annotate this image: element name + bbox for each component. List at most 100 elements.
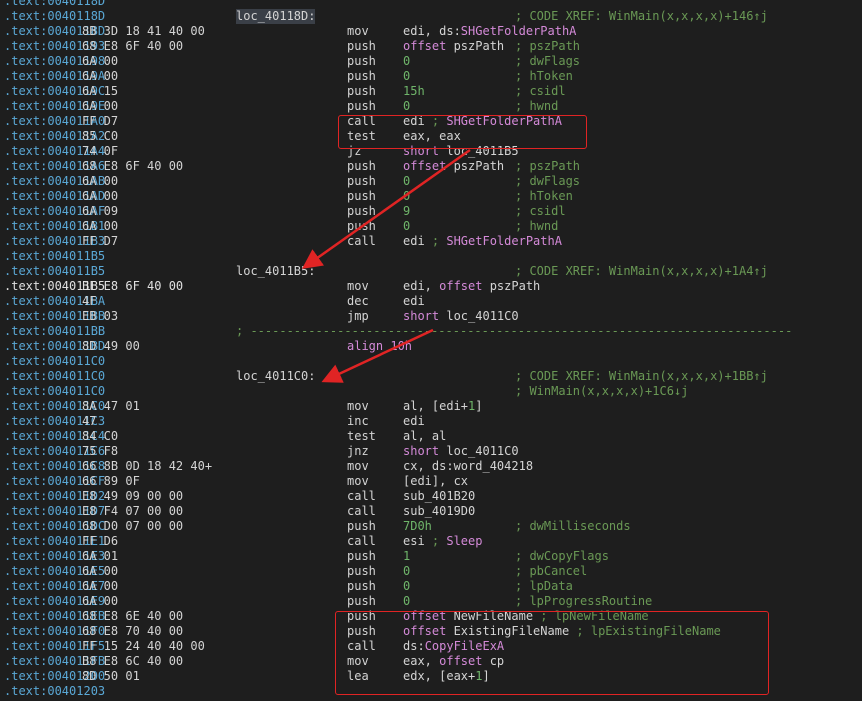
listing-row[interactable]: .text:004011A2 85 C0 test eax, eax bbox=[0, 129, 862, 144]
listing-row[interactable]: .text:004011EB 68 E8 6E 40 00 push offset N… bbox=[0, 609, 862, 624]
mnemonic[interactable]: mov bbox=[347, 474, 369, 489]
operands[interactable]: ds:CopyFileExA bbox=[403, 639, 504, 654]
operands[interactable]: 0 bbox=[403, 99, 410, 114]
listing-row[interactable]: .text:004011E9 6A 00 push 0; lpProgressRout… bbox=[0, 594, 862, 609]
listing-row[interactable]: .text:004011D7 E8 F4 07 00 00 call sub_4019… bbox=[0, 504, 862, 519]
mnemonic[interactable]: jmp bbox=[347, 309, 369, 324]
mnemonic[interactable]: dec bbox=[347, 294, 369, 309]
listing-row[interactable]: .text:004011F5 FF 15 24 40 40 00 call ds:Co… bbox=[0, 639, 862, 654]
listing-row[interactable]: .text:004011DC 68 D0 07 00 00 push 7D0h; dw… bbox=[0, 519, 862, 534]
operands[interactable]: 1 bbox=[403, 549, 410, 564]
mnemonic[interactable]: push bbox=[347, 519, 376, 534]
operands[interactable]: 9 bbox=[403, 204, 410, 219]
mnemonic[interactable]: lea bbox=[347, 669, 369, 684]
operands[interactable]: sub_4019D0 bbox=[403, 504, 475, 519]
listing-row[interactable]: .text:004011B5 BF E8 6F 40 00 mov edi, offs… bbox=[0, 279, 862, 294]
mnemonic[interactable]: push bbox=[347, 624, 376, 639]
listing-row[interactable]: .text:004011C0 bbox=[0, 354, 862, 369]
listing-row[interactable]: .text:004011C0 ; WinMain(x,x,x,x)+1C6↓j bbox=[0, 384, 862, 399]
operands[interactable]: offset pszPath bbox=[403, 39, 504, 54]
address[interactable]: .text:0040118D bbox=[4, 9, 105, 24]
address[interactable]: .text:004011BB bbox=[4, 324, 105, 339]
operands[interactable]: 15h bbox=[403, 84, 425, 99]
listing-row[interactable]: .text:004011BB EB 03 jmp short loc_4011C0 bbox=[0, 309, 862, 324]
operands[interactable]: short loc_4011C0 bbox=[403, 444, 519, 459]
listing-row[interactable]: .text:0040119A 6A 00 push 0; hToken bbox=[0, 69, 862, 84]
operands[interactable]: al, al bbox=[403, 429, 446, 444]
listing-row[interactable]: .text:004011C0 8A 47 01 mov al, [edi+1] bbox=[0, 399, 862, 414]
mnemonic[interactable]: jnz bbox=[347, 444, 369, 459]
mnemonic[interactable]: push bbox=[347, 99, 376, 114]
listing-row[interactable]: .text:004011AB 6A 00 push 0; dwFlags bbox=[0, 174, 862, 189]
mnemonic[interactable]: push bbox=[347, 594, 376, 609]
mnemonic[interactable]: push bbox=[347, 204, 376, 219]
listing-row[interactable]: .text:00401203 bbox=[0, 684, 862, 699]
mnemonic[interactable]: push bbox=[347, 54, 376, 69]
mnemonic[interactable]: align 10h bbox=[347, 339, 412, 354]
mnemonic[interactable]: mov bbox=[347, 399, 369, 414]
operands[interactable]: 0 bbox=[403, 564, 410, 579]
operands[interactable]: eax, eax bbox=[403, 129, 461, 144]
operands[interactable]: 0 bbox=[403, 594, 410, 609]
listing-row[interactable]: .text:004011C4 84 C0 test al, al bbox=[0, 429, 862, 444]
mnemonic[interactable]: test bbox=[347, 129, 376, 144]
mnemonic[interactable]: push bbox=[347, 39, 376, 54]
operands[interactable]: short loc_4011B5 bbox=[403, 144, 519, 159]
mnemonic[interactable]: call bbox=[347, 534, 376, 549]
operands[interactable]: 7D0h bbox=[403, 519, 432, 534]
disassembly-listing[interactable]: .text:0040118D .text:0040118D loc_40118D:;… bbox=[0, 0, 862, 699]
mnemonic[interactable]: call bbox=[347, 504, 376, 519]
listing-row[interactable]: .text:00401200 8D 50 01 lea edx, [eax+1] bbox=[0, 669, 862, 684]
operands[interactable]: 0 bbox=[403, 219, 410, 234]
code-label[interactable]: loc_4011B5: bbox=[236, 264, 315, 279]
listing-row[interactable]: .text:004011C6 75 F8 jnz short loc_4011C0 bbox=[0, 444, 862, 459]
listing-row[interactable]: .text:004011AF 6A 09 push 9; csidl bbox=[0, 204, 862, 219]
code-label[interactable]: loc_4011C0: bbox=[236, 369, 315, 384]
mnemonic[interactable]: push bbox=[347, 189, 376, 204]
mnemonic[interactable]: mov bbox=[347, 654, 369, 669]
mnemonic[interactable]: mov bbox=[347, 279, 369, 294]
listing-row[interactable]: .text:004011FB B8 E8 6C 40 00 mov eax, offs… bbox=[0, 654, 862, 669]
operands[interactable]: edi ; SHGetFolderPathA bbox=[403, 234, 562, 249]
listing-row[interactable]: .text:004011C0 loc_4011C0: ; CODE XREF: Wi… bbox=[0, 369, 862, 384]
operands[interactable]: edi, ds:SHGetFolderPathA bbox=[403, 24, 576, 39]
listing-row[interactable]: .text:004011B3 FF D7 call edi ; SHGetFolder… bbox=[0, 234, 862, 249]
address[interactable]: .text:0040118D bbox=[4, 0, 105, 9]
listing-row[interactable]: .text:004011A0 FF D7 call edi ; SHGetFolder… bbox=[0, 114, 862, 129]
mnemonic[interactable]: call bbox=[347, 234, 376, 249]
listing-row[interactable]: .text:004011F0 68 E8 70 40 00 push offset E… bbox=[0, 624, 862, 639]
address[interactable]: .text:004011C0 bbox=[4, 384, 105, 399]
listing-row[interactable]: .text:0040119C 6A 15 push 15h; csidl bbox=[0, 84, 862, 99]
mnemonic[interactable]: test bbox=[347, 429, 376, 444]
mnemonic[interactable]: jz bbox=[347, 144, 361, 159]
listing-row[interactable]: .text:004011E1 FF D6 call esi ; Sleep bbox=[0, 534, 862, 549]
listing-row[interactable]: .text:004011D2 E8 49 09 00 00 call sub_401B… bbox=[0, 489, 862, 504]
listing-row[interactable]: .text:004011BA 4F dec edi bbox=[0, 294, 862, 309]
operands[interactable]: edi, offset pszPath bbox=[403, 279, 540, 294]
mnemonic[interactable]: mov bbox=[347, 24, 369, 39]
address[interactable]: .text:004011C0 bbox=[4, 369, 105, 384]
mnemonic[interactable]: push bbox=[347, 159, 376, 174]
listing-row[interactable]: .text:004011B5 bbox=[0, 249, 862, 264]
listing-row[interactable]: .text:004011A4 74 0F jz short loc_4011B5 bbox=[0, 144, 862, 159]
operands[interactable]: edi ; SHGetFolderPathA bbox=[403, 114, 562, 129]
operands[interactable]: 0 bbox=[403, 174, 410, 189]
mnemonic[interactable]: push bbox=[347, 219, 376, 234]
operands[interactable]: eax, offset cp bbox=[403, 654, 504, 669]
operands[interactable]: esi ; Sleep bbox=[403, 534, 482, 549]
mnemonic[interactable]: push bbox=[347, 174, 376, 189]
operands[interactable]: offset ExistingFileName ; lpExistingFile… bbox=[403, 624, 721, 639]
listing-row[interactable]: .text:0040119E 6A 00 push 0; hwnd bbox=[0, 99, 862, 114]
listing-row[interactable]: .text:004011AD 6A 00 push 0; hToken bbox=[0, 189, 862, 204]
operands[interactable]: cx, ds:word_404218 bbox=[403, 459, 533, 474]
listing-row[interactable]: .text:0040118D bbox=[0, 0, 862, 9]
operands[interactable]: offset pszPath bbox=[403, 159, 504, 174]
mnemonic[interactable]: push bbox=[347, 564, 376, 579]
listing-row[interactable]: .text:004011BD 8D 49 00 align 10h bbox=[0, 339, 862, 354]
address[interactable]: .text:004011C0 bbox=[4, 354, 105, 369]
listing-row[interactable]: .text:004011A6 68 E8 6F 40 00 push offset p… bbox=[0, 159, 862, 174]
listing-row[interactable]: .text:00401198 6A 00 push 0; dwFlags bbox=[0, 54, 862, 69]
operands[interactable]: sub_401B20 bbox=[403, 489, 475, 504]
mnemonic[interactable]: push bbox=[347, 609, 376, 624]
listing-row[interactable]: .text:004011B1 6A 00 push 0; hwnd bbox=[0, 219, 862, 234]
